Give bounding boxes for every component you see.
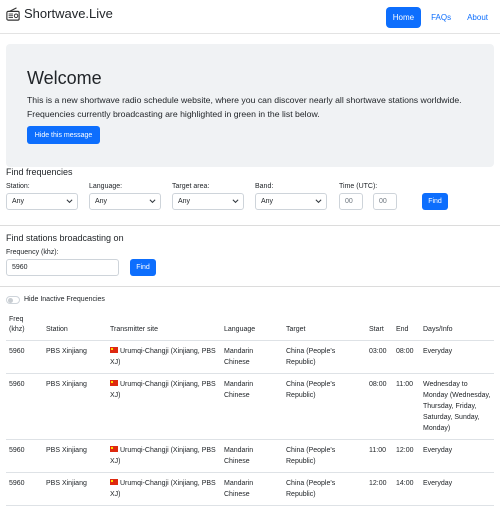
col-header-language[interactable]: Language [221,312,283,341]
table-header-row: Freq (khz) Station Transmitter site Lang… [6,312,494,341]
hide-inactive-toggle[interactable] [6,296,20,304]
hide-message-button[interactable]: Hide this message [27,126,100,144]
target-area-label: Target area: [172,183,210,190]
language-select-value: Any [95,198,108,205]
cell-start: 08:00 [366,373,393,440]
cell-start: 03:00 [366,340,393,374]
cell-site: Urumqi-Changji (Xinjiang, PBS XJ) [107,472,221,506]
band-select-value: Any [261,198,274,205]
china-flag-icon [110,347,118,353]
frequency-label: Frequency (khz): [6,249,59,256]
cell-site-text: Urumqi-Changji (Xinjiang, PBS XJ) [110,447,216,465]
col-header-end[interactable]: End [393,312,420,341]
cell-target: China (People's Republic) [283,373,366,440]
brand[interactable]: Shortwave.Live [6,6,113,21]
brand-title: Shortwave.Live [24,6,113,21]
chevron-down-icon [232,199,239,204]
cell-language: Mandarin Chinese [221,472,283,506]
cell-freq: 5960 [6,472,43,506]
welcome-heading: Welcome [27,68,102,88]
cell-days: Everyday [420,340,494,374]
nav-about[interactable]: About [461,8,494,27]
frequency-input[interactable]: 5960 [6,259,119,276]
find-frequencies-button[interactable]: Find [422,193,448,210]
cell-station: PBS Xinjiang [43,439,107,473]
nav-faqs[interactable]: FAQs [425,8,457,27]
find-frequencies-title: Find frequencies [6,167,73,177]
china-flag-icon [110,380,118,386]
cell-station: PBS Xinjiang [43,472,107,506]
cell-freq: 5960 [6,340,43,374]
china-flag-icon [110,479,118,485]
welcome-panel: Welcome This is a new shortwave radio sc… [6,44,494,167]
cell-freq: 5960 [6,373,43,440]
divider [0,225,500,226]
station-select[interactable]: Any [6,193,78,210]
target-area-select[interactable]: Any [172,193,244,210]
cell-end: 08:00 [393,340,420,374]
divider [0,286,500,287]
language-select[interactable]: Any [89,193,161,210]
cell-site: Urumqi-Changji (Xinjiang, PBS XJ) [107,340,221,374]
welcome-text: This is a new shortwave radio schedule w… [27,95,462,119]
cell-end: 14:00 [393,472,420,506]
radio-icon [6,6,20,21]
schedule-table: Freq (khz) Station Transmitter site Lang… [6,312,494,506]
table-row[interactable]: 5960 PBS Xinjiang Urumqi-Changji (Xinjia… [6,373,494,440]
cell-site-text: Urumqi-Changji (Xinjiang, PBS XJ) [110,348,216,366]
col-header-start[interactable]: Start [366,312,393,341]
cell-site: Urumqi-Changji (Xinjiang, PBS XJ) [107,373,221,440]
chevron-down-icon [149,199,156,204]
time-start-input[interactable]: 00 [339,193,363,210]
cell-language: Mandarin Chinese [221,340,283,374]
cell-end: 11:00 [393,373,420,440]
china-flag-icon [110,446,118,452]
cell-target: China (People's Republic) [283,340,366,374]
time-label: Time (UTC): [339,183,378,190]
cell-language: Mandarin Chinese [221,373,283,440]
table-row[interactable]: 5960 PBS Xinjiang Urumqi-Changji (Xinjia… [6,472,494,506]
cell-language: Mandarin Chinese [221,439,283,473]
cell-days: Everyday [420,472,494,506]
cell-target: China (People's Republic) [283,472,366,506]
cell-days: Wednesday to Monday (Wednesday, Thursday… [420,373,494,440]
target-area-select-value: Any [178,198,191,205]
cell-start: 11:00 [366,439,393,473]
time-end-input[interactable]: 00 [373,193,397,210]
cell-freq: 5960 [6,439,43,473]
find-stations-button[interactable]: Find [130,259,156,276]
hide-inactive-label: Hide Inactive Frequencies [24,296,105,303]
table-row[interactable]: 5960 PBS Xinjiang Urumqi-Changji (Xinjia… [6,340,494,374]
cell-start: 12:00 [366,472,393,506]
nav-home[interactable]: Home [385,7,422,28]
band-label: Band: [255,183,274,190]
chevron-down-icon [315,199,322,204]
cell-site-text: Urumqi-Changji (Xinjiang, PBS XJ) [110,480,216,498]
col-header-target[interactable]: Target [283,312,366,341]
col-header-days[interactable]: Days/Info [420,312,494,341]
language-label: Language: [89,183,123,190]
toggle-knob [8,298,13,303]
find-stations-title: Find stations broadcasting on [6,233,124,243]
chevron-down-icon [66,199,73,204]
cell-target: China (People's Republic) [283,439,366,473]
cell-days: Everyday [420,439,494,473]
navbar: Shortwave.Live Home FAQs About [0,0,500,34]
col-header-freq[interactable]: Freq (khz) [6,312,43,341]
band-select[interactable]: Any [255,193,327,210]
station-select-value: Any [12,198,25,205]
cell-site-text: Urumqi-Changji (Xinjiang, PBS XJ) [110,381,216,399]
table-row[interactable]: 5960 PBS Xinjiang Urumqi-Changji (Xinjia… [6,439,494,473]
cell-site: Urumqi-Changji (Xinjiang, PBS XJ) [107,439,221,473]
nav-links: Home FAQs About [385,7,494,28]
col-header-station[interactable]: Station [43,312,107,341]
cell-station: PBS Xinjiang [43,340,107,374]
col-header-site[interactable]: Transmitter site [107,312,221,341]
station-label: Station: [6,183,30,190]
cell-end: 12:00 [393,439,420,473]
cell-station: PBS Xinjiang [43,373,107,440]
